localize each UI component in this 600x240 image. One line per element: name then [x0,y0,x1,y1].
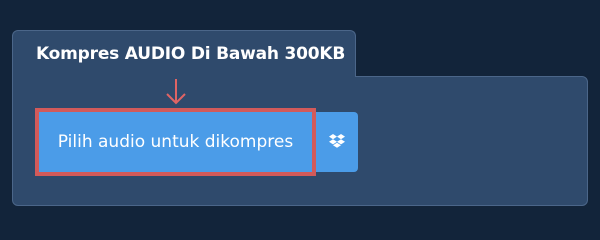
choose-audio-label: Pilih audio untuk dikompres [57,132,294,152]
panel-title: Kompres AUDIO Di Bawah 300KB [36,44,346,64]
arrow-down-icon [166,79,186,105]
dropbox-icon [329,134,345,148]
choose-audio-button[interactable]: Pilih audio untuk dikompres [35,108,316,176]
dropbox-button[interactable] [316,112,358,172]
compress-audio-widget: Kompres AUDIO Di Bawah 300KB Pilih audio… [0,0,600,230]
